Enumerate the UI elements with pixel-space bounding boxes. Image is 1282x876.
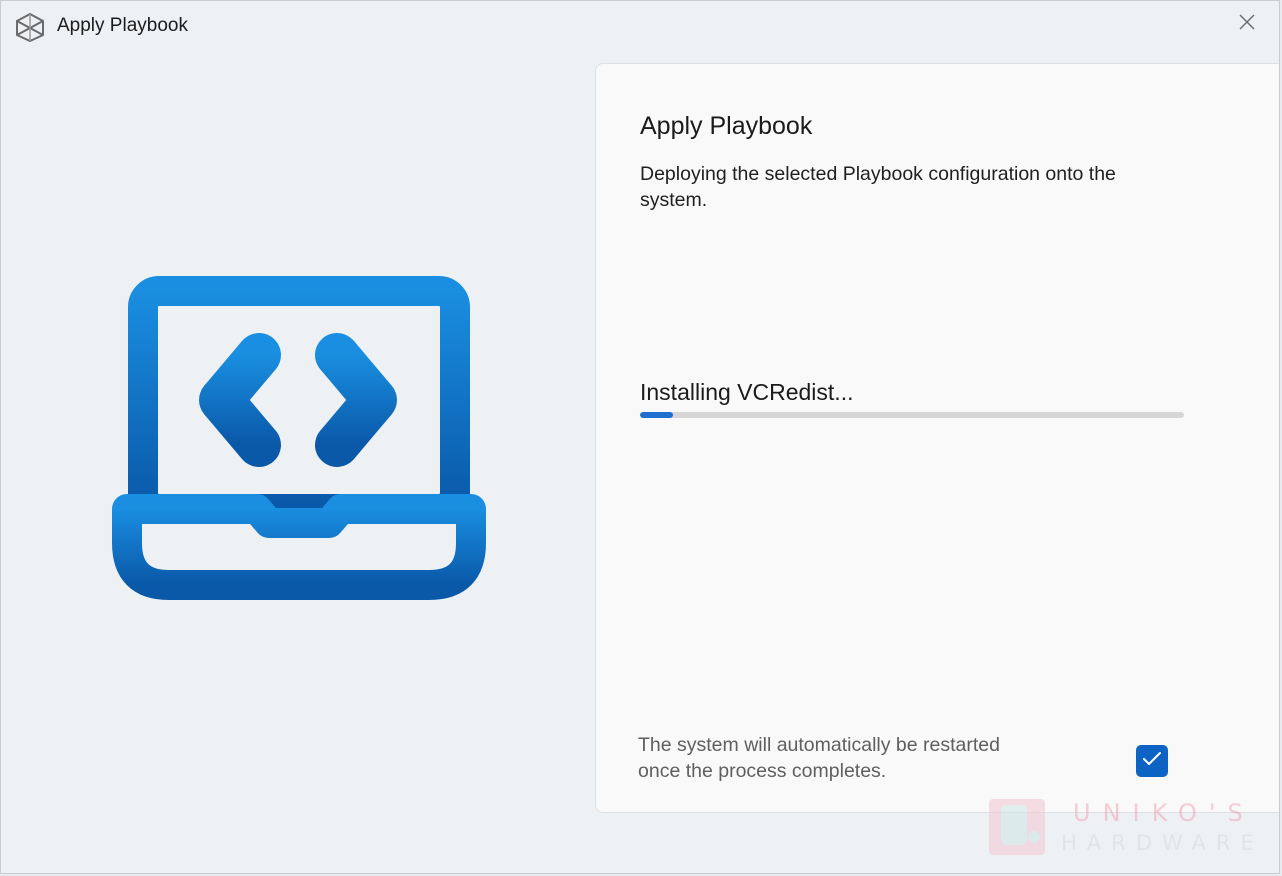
watermark-top-text: UNIKO'S — [1073, 799, 1255, 827]
laptop-code-icon — [109, 273, 489, 605]
content-panel: Apply Playbook Deploying the selected Pl… — [595, 63, 1279, 813]
watermark-logo-icon — [987, 797, 1047, 857]
restart-note: The system will automatically be restart… — [638, 734, 1000, 782]
progress-fill — [640, 412, 673, 418]
page-title: Apply Playbook — [640, 112, 813, 140]
page-description: Deploying the selected Playbook configur… — [640, 163, 1116, 211]
checkmark-icon — [1142, 751, 1162, 772]
status-label: Installing VCRedist... — [640, 379, 854, 405]
close-icon — [1238, 13, 1256, 36]
title-bar[interactable]: Apply Playbook — [1, 1, 1279, 51]
watermark: UNIKO'S HARDWARE — [987, 797, 1254, 859]
app-window: Apply Playbook Apply Playbook Deploying … — [0, 0, 1280, 874]
restart-checkbox[interactable] — [1136, 745, 1168, 777]
playbook-cube-icon — [13, 11, 47, 43]
watermark-bottom-text: HARDWARE — [1061, 831, 1264, 855]
close-button[interactable] — [1229, 7, 1265, 41]
window-title: Apply Playbook — [57, 15, 188, 36]
progress-bar — [640, 412, 1184, 418]
